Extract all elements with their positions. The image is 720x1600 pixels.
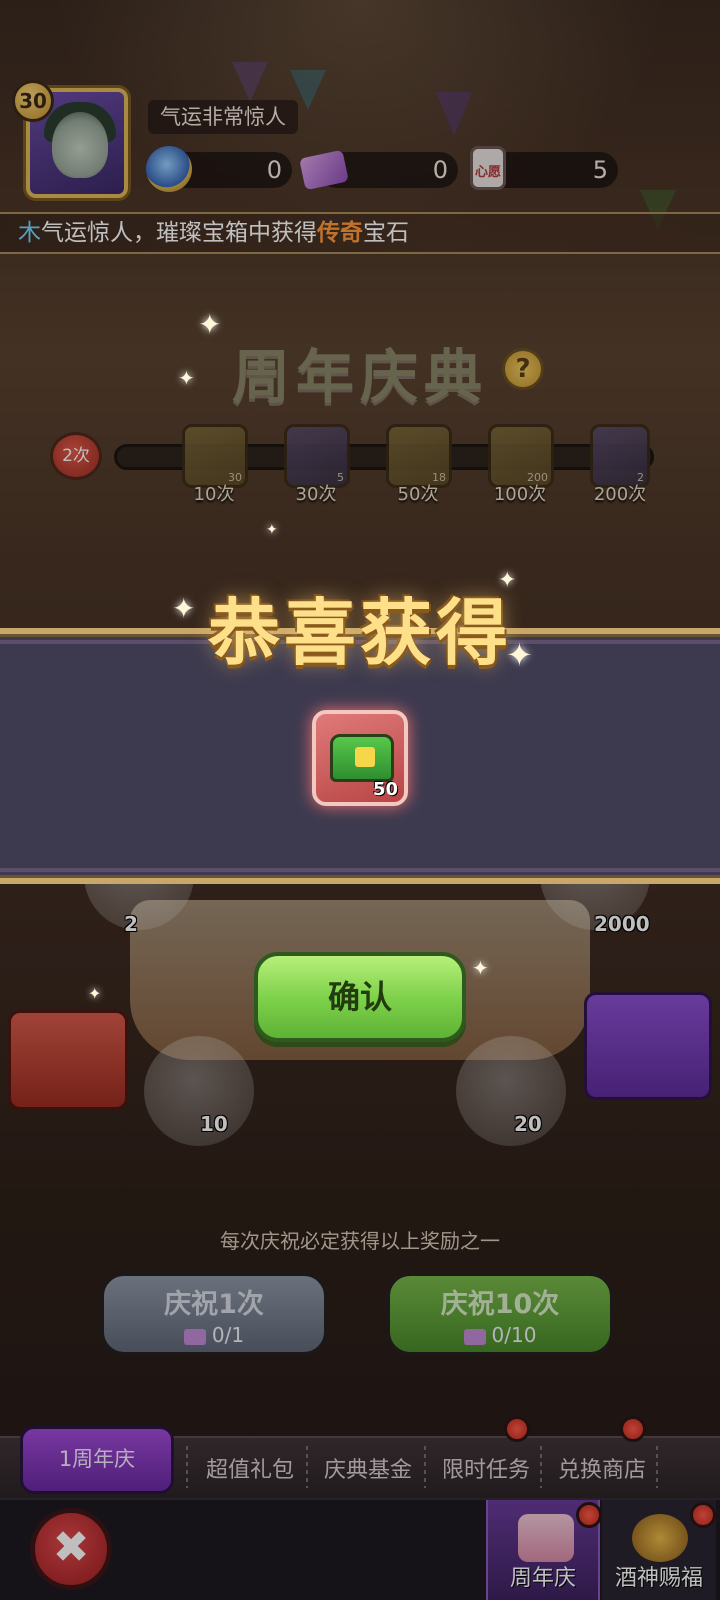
sparkle-icon: ✦ (506, 636, 533, 674)
reward-item-green-chest[interactable]: 50 (312, 710, 408, 806)
shirt-icon (355, 747, 375, 767)
sparkle-icon: ✦ (178, 366, 195, 390)
popup-title: 恭喜获得 (207, 591, 512, 675)
sparkle-icon: ✦ (472, 956, 489, 980)
green-chest-icon (330, 734, 394, 782)
sparkle-icon: ✦ (88, 984, 102, 1003)
sparkle-icon: ✦ (498, 568, 517, 593)
sparkle-icon: ✦ (172, 592, 196, 625)
reward-qty: 50 (372, 779, 398, 800)
sparkle-icon: ✦ (266, 522, 278, 538)
confirm-button[interactable]: 确认 (254, 952, 466, 1042)
sparkle-icon: ✦ (198, 308, 222, 341)
